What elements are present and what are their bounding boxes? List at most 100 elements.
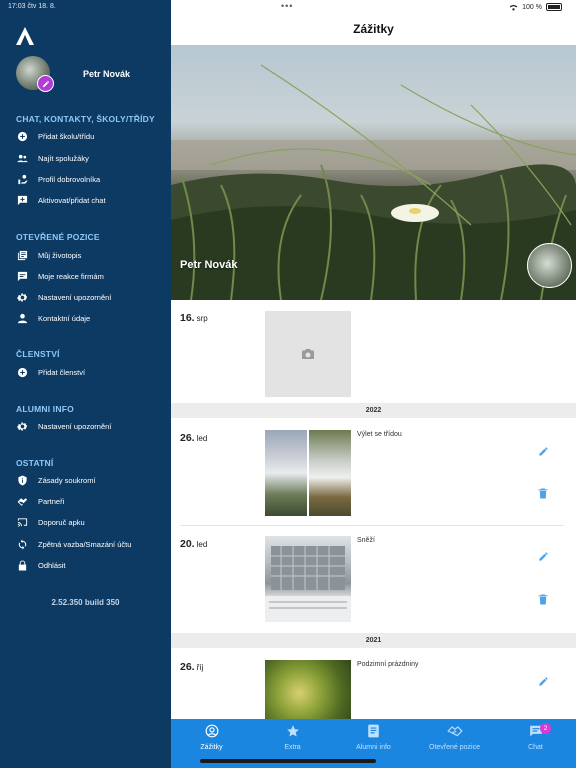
main-content: Zážitky Petr Novák 16. srp 2022 26. led … xyxy=(171,0,576,768)
battery-percent: 100 % xyxy=(522,3,542,11)
entry-month: led xyxy=(196,540,208,549)
sidebar-item-label: Moje reakce firmám xyxy=(38,271,104,281)
edit-entry-button[interactable] xyxy=(535,548,551,564)
entry-date: 16. srp xyxy=(180,312,208,324)
entry-day: 26. xyxy=(180,661,195,673)
section-title: CHAT, KONTAKTY, ŠKOLY/TŘÍDY xyxy=(16,114,155,124)
sidebar-item-label: Aktivovat/přidat chat xyxy=(38,195,106,205)
tab-zazitky[interactable]: Zážitky xyxy=(171,719,252,759)
user-avatar-container[interactable] xyxy=(16,56,54,92)
section-title: ČLENSTVÍ xyxy=(16,349,60,359)
tab-label: Zážitky xyxy=(200,744,223,751)
trash-icon xyxy=(538,487,548,499)
people-icon xyxy=(16,152,28,164)
sidebar-item[interactable]: Najít spolužáky xyxy=(16,151,89,165)
entry-photo[interactable] xyxy=(265,536,351,622)
entry-caption: Podzimní prázdniny xyxy=(357,661,419,668)
home-indicator xyxy=(200,759,376,763)
status-time: 17:03 čtv 18. 8. xyxy=(8,3,56,10)
tab-extra[interactable]: Extra xyxy=(252,719,333,759)
pencil-icon xyxy=(42,80,49,87)
sidebar-item-label: Nastavení upozornění xyxy=(38,292,112,302)
sidebar-item[interactable]: Můj životopis xyxy=(16,248,81,262)
page-title: Zážitky xyxy=(353,22,394,36)
tab-chat[interactable]: 2 Chat xyxy=(495,719,576,759)
sidebar-item[interactable]: Aktivovat/přidat chat xyxy=(16,193,106,207)
trash-icon xyxy=(538,593,548,605)
tab-label: Otevřené pozice xyxy=(429,744,480,751)
sidebar-item[interactable]: Nastavení upozornění xyxy=(16,419,111,433)
volunteer-icon xyxy=(16,173,28,185)
year-divider: 2022 xyxy=(171,403,576,418)
sidebar-item[interactable]: Přidat školu/třídu xyxy=(16,129,94,143)
gear-icon xyxy=(16,291,28,303)
cover-avatar[interactable] xyxy=(527,243,572,288)
handshake-icon xyxy=(16,495,28,507)
cover-user-name: Petr Novák xyxy=(180,259,238,271)
entry-month: srp xyxy=(196,314,208,323)
sidebar-item[interactable]: Nastavení upozornění xyxy=(16,290,111,304)
tab-label: Chat xyxy=(528,744,543,751)
sidebar: Petr Novák CHAT, KONTAKTY, ŠKOLY/TŘÍDY Př… xyxy=(0,0,171,768)
edit-avatar-button[interactable] xyxy=(37,75,54,92)
section-title: OSTATNÍ xyxy=(16,458,54,468)
sidebar-item[interactable]: Odhlásit xyxy=(16,558,66,572)
sidebar-item[interactable]: Přidat členství xyxy=(16,365,85,379)
sync-icon xyxy=(16,538,28,550)
sidebar-item[interactable]: Doporuč apku xyxy=(16,515,85,529)
user-name: Petr Novák xyxy=(83,69,131,79)
entry-photo[interactable] xyxy=(265,430,307,516)
sidebar-item-label: Doporuč apku xyxy=(38,517,85,527)
add-chat-icon xyxy=(16,194,28,206)
tab-otevrene-pozice[interactable]: Otevřené pozice xyxy=(414,719,495,759)
battery-icon xyxy=(546,3,562,11)
sidebar-item-label: Přidat školu/třídu xyxy=(38,131,95,141)
status-right: 100 % xyxy=(509,3,562,11)
entry-day: 20. xyxy=(180,538,195,550)
status-bar: 17:03 čtv 18. 8. ••• 100 % xyxy=(0,0,576,14)
entry-photo[interactable] xyxy=(265,660,351,720)
entry-day: 16. xyxy=(180,312,195,324)
add-circle-icon xyxy=(16,130,28,142)
sidebar-item-label: Partneři xyxy=(38,496,65,506)
sidebar-item[interactable]: Kontaktní údaje xyxy=(16,311,90,325)
sidebar-item[interactable]: Moje reakce firmám xyxy=(16,269,104,283)
camera-icon xyxy=(302,349,314,359)
sidebar-item[interactable]: Profil dobrovolníka xyxy=(16,172,100,186)
gear-icon xyxy=(16,420,28,432)
year-divider: 2021 xyxy=(171,633,576,648)
wifi-icon xyxy=(509,4,518,11)
pencil-icon xyxy=(538,551,548,561)
cover-photo[interactable]: Petr Novák xyxy=(171,45,576,300)
tab-alumni-info[interactable]: Alumni info xyxy=(333,719,414,759)
entry-photo[interactable] xyxy=(309,430,351,516)
app-logo-icon xyxy=(16,27,34,45)
delete-entry-button[interactable] xyxy=(535,591,551,607)
section-title: OTEVŘENÉ POZICE xyxy=(16,232,100,242)
sidebar-item-label: Můj životopis xyxy=(38,250,82,260)
app-version: 2.52.350 build 350 xyxy=(51,598,120,607)
entry-caption: Výlet se třídou xyxy=(357,431,402,438)
entry-date: 20. led xyxy=(180,538,207,550)
edit-entry-button[interactable] xyxy=(535,673,551,689)
sidebar-item-label: Zpětná vazba/Smazání účtu xyxy=(38,539,132,549)
chat-unread-badge: 2 xyxy=(540,723,551,734)
lock-icon xyxy=(16,559,28,571)
sidebar-item-label: Přidat členství xyxy=(38,367,86,377)
profile-circle-icon xyxy=(205,724,218,738)
edit-entry-button[interactable] xyxy=(535,443,551,459)
tab-label: Alumni info xyxy=(356,744,391,751)
sidebar-item[interactable]: Zásady soukromí xyxy=(16,473,96,487)
entry-date: 26. led xyxy=(180,432,207,444)
sidebar-item[interactable]: Zpětná vazba/Smazání účtu xyxy=(16,537,131,551)
person-icon xyxy=(16,312,28,324)
delete-entry-button[interactable] xyxy=(535,485,551,501)
sidebar-item[interactable]: Partneři xyxy=(16,494,64,508)
entry-day: 26. xyxy=(180,432,195,444)
resume-icon xyxy=(16,249,28,261)
multitask-dots[interactable]: ••• xyxy=(281,1,293,11)
add-photo-placeholder[interactable] xyxy=(265,311,351,397)
entry-separator xyxy=(180,525,564,526)
tab-label: Extra xyxy=(284,744,301,751)
experience-feed[interactable]: 16. srp 2022 26. led Výlet se třídou 20. le… xyxy=(171,300,576,720)
